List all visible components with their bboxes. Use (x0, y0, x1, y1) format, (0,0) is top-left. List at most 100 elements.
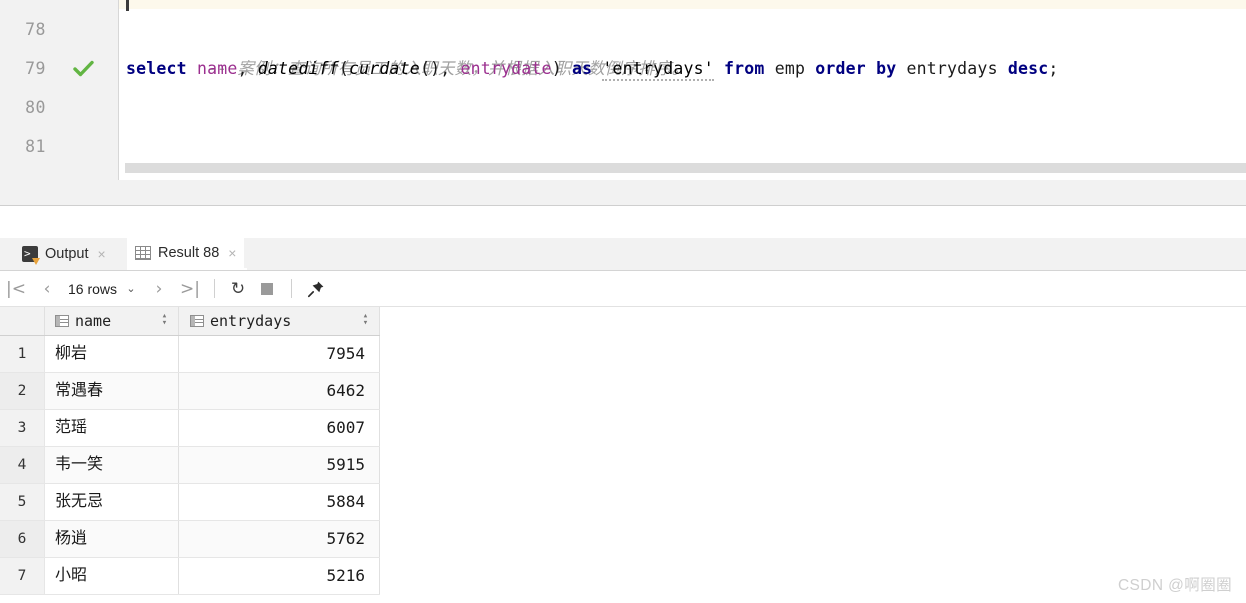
sql-token-plain: ( (338, 59, 349, 78)
cell-name[interactable]: 小昭 (44, 558, 179, 594)
table-row[interactable]: 3 范瑶 6007 (0, 410, 380, 447)
first-page-icon[interactable]: |< (0, 271, 32, 306)
sql-token-plain: emp (774, 59, 806, 78)
sql-token-kw: from (724, 59, 765, 78)
editor-blank-strip (119, 173, 1246, 180)
sql-token-plain: (), (419, 59, 461, 78)
chevron-down-icon[interactable]: ⌄ (119, 271, 143, 306)
row-number[interactable]: 2 (0, 373, 44, 409)
execution-status-marker[interactable] (70, 49, 96, 88)
tab-label: Output (45, 246, 89, 262)
row-number[interactable]: 1 (0, 336, 44, 372)
close-icon[interactable]: × (98, 247, 106, 261)
cell-entrydays[interactable]: 5884 (179, 484, 380, 520)
sort-toggle-icon[interactable]: ▴ ▾ (160, 312, 169, 328)
column-header-label: entrydays (210, 312, 292, 330)
result-data-grid: name ▴ ▾ entrydays ▴ ▾ 1 柳岩 7954 2 常遇春 6462 3 范… (0, 307, 380, 603)
sql-token-plain (866, 59, 876, 78)
prev-page-icon[interactable]: ‹ (32, 271, 62, 306)
pin-icon[interactable] (301, 271, 331, 306)
sql-token-plain (896, 59, 906, 78)
sql-token-kw: select (126, 59, 187, 78)
row-count-label[interactable]: 16 rows (62, 271, 119, 306)
sql-token-plain (187, 59, 197, 78)
last-page-icon[interactable]: >| (175, 271, 205, 306)
row-number[interactable]: 3 (0, 410, 44, 446)
cell-name[interactable]: 韦一笑 (44, 447, 179, 483)
tab-label: Result 88 (158, 245, 220, 261)
grid-corner-cell[interactable] (0, 307, 45, 335)
column-header-entrydays[interactable]: entrydays ▴ ▾ (179, 307, 380, 335)
table-row[interactable]: 1 柳岩 7954 (0, 336, 380, 373)
ide-window: 78 79 80 81 -- 案例：查询所有员工的入职天数，并根据入职天数倒序排… (0, 0, 1246, 603)
cell-name[interactable]: 张无忌 (44, 484, 179, 520)
line-number: 78 (25, 20, 46, 39)
sql-token-alias: 'entrydays' (602, 59, 714, 81)
row-number[interactable]: 5 (0, 484, 44, 520)
sql-token-plain: , (237, 59, 258, 78)
pin-glyph (307, 281, 324, 297)
tab-output[interactable]: > Output × (14, 238, 114, 270)
table-row[interactable]: 7 小昭 5216 (0, 558, 380, 595)
column-type-icon (55, 315, 69, 327)
cell-name[interactable]: 范瑶 (44, 410, 179, 446)
sql-token-kw: desc (1007, 59, 1049, 78)
sql-token-fn: datediff (257, 59, 339, 78)
sql-token-col: name (196, 59, 238, 78)
toolbar-separator (291, 279, 293, 298)
active-tab-indicator (127, 268, 247, 270)
gutter-line-79[interactable]: 79 (0, 49, 118, 88)
cell-name[interactable]: 杨逍 (44, 521, 179, 557)
cell-entrydays[interactable]: 6462 (179, 373, 380, 409)
gutter-line-81[interactable]: 81 (0, 127, 118, 166)
stop-square-icon[interactable] (252, 271, 282, 306)
tab-result-88[interactable]: Result 88 × (127, 238, 245, 270)
column-header-name[interactable]: name ▴ ▾ (44, 307, 179, 335)
table-row[interactable]: 6 杨逍 5762 (0, 521, 380, 558)
table-row[interactable]: 2 常遇春 6462 (0, 373, 380, 410)
sql-token-plain (805, 59, 815, 78)
results-toolbar: |< ‹ 16 rows ⌄ › >| ↻ (0, 271, 1246, 307)
reload-icon[interactable]: ↻ (224, 271, 252, 306)
sql-token-plain (998, 59, 1008, 78)
cell-entrydays[interactable]: 5762 (179, 521, 380, 557)
result-grid-icon (135, 246, 151, 260)
table-row[interactable]: 4 韦一笑 5915 (0, 447, 380, 484)
sort-toggle-icon[interactable]: ▴ ▾ (361, 312, 370, 328)
editor-horizontal-scrollbar[interactable] (125, 163, 1246, 173)
line-number: 79 (25, 59, 46, 78)
cell-entrydays[interactable]: 7954 (179, 336, 380, 372)
sql-token-plain (714, 59, 724, 78)
code-text-area[interactable]: -- 案例：查询所有员工的入职天数，并根据入职天数倒序排序。 select na… (119, 0, 1246, 163)
scrollbar-thumb[interactable] (125, 163, 1246, 173)
sql-token-kw: by (876, 59, 897, 78)
code-line-comment: -- 案例：查询所有员工的入职天数，并根据入职天数倒序排序。 (126, 10, 688, 78)
gutter-line-80[interactable]: 80 (0, 88, 118, 127)
gutter-line-78[interactable]: 78 (0, 10, 118, 49)
editor-footer-strip (0, 180, 1246, 206)
grid-body: 1 柳岩 7954 2 常遇春 6462 3 范瑶 6007 4 韦一笑 5915 5 张无忌 5884 6 杨… (0, 336, 380, 595)
cell-name[interactable]: 柳岩 (44, 336, 179, 372)
grid-header-row: name ▴ ▾ entrydays ▴ ▾ (0, 307, 380, 336)
console-output-icon: > (22, 246, 40, 265)
close-icon[interactable]: × (228, 246, 236, 260)
sql-token-plain (765, 59, 775, 78)
sql-token-kw: as (571, 59, 593, 78)
cell-entrydays[interactable]: 5216 (179, 558, 380, 594)
sql-token-plain: ) (551, 59, 572, 78)
next-page-icon[interactable]: › (143, 271, 175, 306)
row-number[interactable]: 4 (0, 447, 44, 483)
cell-entrydays[interactable]: 6007 (179, 410, 380, 446)
row-number[interactable]: 7 (0, 558, 44, 594)
sql-token-col: entrydate (460, 59, 552, 78)
check-icon (73, 60, 94, 77)
cell-name[interactable]: 常遇春 (44, 373, 179, 409)
line-number: 80 (25, 98, 46, 117)
cell-entrydays[interactable]: 5915 (179, 447, 380, 483)
editor-gutter: 78 79 80 81 (0, 0, 119, 180)
toolbar-separator (214, 279, 216, 298)
row-number[interactable]: 6 (0, 521, 44, 557)
sql-token-plain: entrydays (906, 59, 998, 78)
watermark: CSDN @啊圈圈 (1117, 577, 1232, 594)
table-row[interactable]: 5 张无忌 5884 (0, 484, 380, 521)
